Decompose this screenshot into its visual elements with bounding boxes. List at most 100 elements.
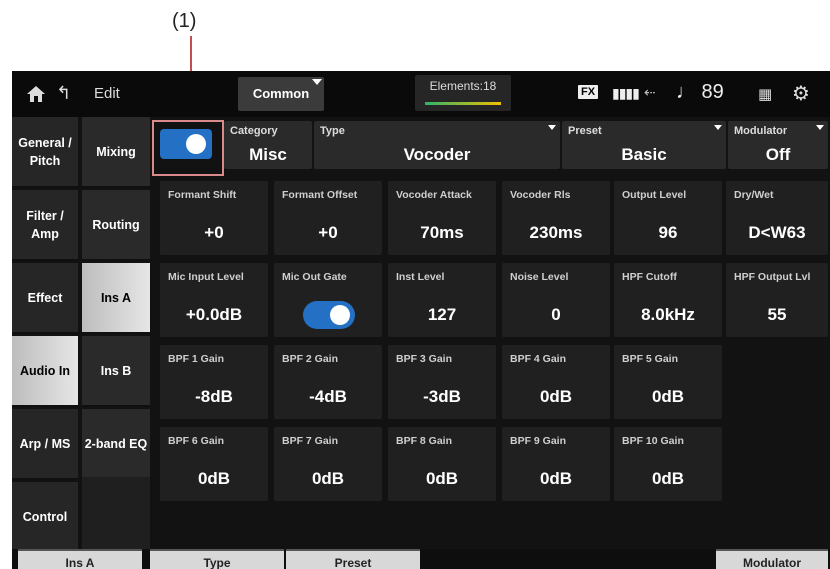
nav-filter-amp[interactable]: Filter / Amp [12, 190, 78, 261]
subnav-2band-eq[interactable]: 2-band EQ [82, 409, 150, 480]
type-dropdown-icon [548, 125, 556, 130]
modulator-value: Off [765, 145, 791, 164]
param-value: D<W63 [748, 223, 806, 242]
subnav-ins-b[interactable]: Ins B [82, 336, 150, 407]
subnav-routing[interactable]: Routing [82, 190, 150, 261]
tab-ins-a[interactable]: Ins A [18, 549, 142, 569]
param-value: 0dB [197, 469, 231, 488]
param-value: 0 [551, 305, 561, 324]
usb-icon: ⇠ [644, 84, 656, 100]
toggle-knob [330, 305, 350, 325]
param-inst-level[interactable]: Inst Level 127 [388, 263, 496, 337]
param-label: Vocoder Attack [396, 189, 472, 201]
type-value: Vocoder [403, 145, 471, 164]
param-bpf8-gain[interactable]: BPF 8 Gain 0dB [388, 427, 496, 501]
param-bpf1-gain[interactable]: BPF 1 Gain -8dB [160, 345, 268, 419]
category-value: Misc [249, 145, 287, 164]
param-bpf7-gain[interactable]: BPF 7 Gain 0dB [274, 427, 382, 501]
param-mic-out-gate[interactable]: Mic Out Gate [274, 263, 382, 337]
param-output-level[interactable]: Output Level 96 [614, 181, 722, 255]
mic-out-gate-toggle[interactable] [303, 301, 355, 329]
param-label: BPF 8 Gain [396, 435, 453, 447]
modulator-field[interactable]: Modulator Off [728, 121, 828, 169]
param-value: -3dB [423, 387, 461, 406]
elements-meter [425, 102, 501, 105]
param-value: 127 [427, 305, 457, 324]
type-label: Type [320, 125, 345, 137]
nav-effect[interactable]: Effect [12, 263, 78, 334]
home-icon[interactable] [26, 85, 46, 103]
fx-icon[interactable]: FX [578, 85, 599, 99]
param-value: 0dB [539, 469, 573, 488]
elements-label: Elements:18 [429, 79, 497, 93]
tab-modulator[interactable]: Modulator [716, 549, 828, 569]
tempo-display[interactable]: ♩ 89 [676, 81, 724, 104]
callout-label: (1) [172, 10, 197, 32]
param-mic-input-level[interactable]: Mic Input Level +0.0dB [160, 263, 268, 337]
param-formant-offset[interactable]: Formant Offset +0 [274, 181, 382, 255]
tab-type[interactable]: Type [150, 549, 284, 569]
modulator-dropdown-icon [816, 125, 824, 130]
param-hpf-output-lvl[interactable]: HPF Output Lvl 55 [726, 263, 828, 337]
param-value: +0.0dB [185, 305, 243, 324]
common-label: Common [252, 86, 310, 101]
param-hpf-cutoff[interactable]: HPF Cutoff 8.0kHz [614, 263, 722, 337]
tab-preset[interactable]: Preset [286, 549, 420, 569]
param-value: -4dB [309, 387, 347, 406]
param-value: 70ms [420, 223, 464, 242]
up-arrow-icon[interactable]: ↰ [56, 83, 71, 104]
preset-value: Basic [621, 145, 667, 164]
subnav-ins-a[interactable]: Ins A [82, 263, 150, 334]
param-value: 0dB [311, 469, 345, 488]
param-label: BPF 3 Gain [396, 353, 453, 365]
param-label: Vocoder Rls [510, 189, 571, 201]
common-dropdown[interactable]: Common [238, 77, 324, 111]
subnav-mixing[interactable]: Mixing [82, 117, 150, 188]
modulator-label: Modulator [734, 125, 788, 137]
keyboard-icon[interactable]: ▮▮▮▮ [612, 85, 640, 102]
nav-control[interactable]: Control [12, 482, 78, 553]
param-label: BPF 6 Gain [168, 435, 225, 447]
dropdown-triangle-icon [312, 79, 322, 85]
param-bpf10-gain[interactable]: BPF 10 Gain 0dB [614, 427, 722, 501]
preset-field[interactable]: Preset Basic [562, 121, 726, 169]
param-dry-wet[interactable]: Dry/Wet D<W63 [726, 181, 828, 255]
nav-audio-in[interactable]: Audio In [12, 336, 78, 407]
param-label: BPF 2 Gain [282, 353, 339, 365]
category-label: Category [230, 125, 278, 137]
param-value: 230ms [529, 223, 583, 242]
param-bpf2-gain[interactable]: BPF 2 Gain -4dB [274, 345, 382, 419]
gear-icon[interactable]: ⚙ [792, 81, 810, 106]
param-value: 0dB [425, 469, 459, 488]
param-noise-level[interactable]: Noise Level 0 [502, 263, 610, 337]
nav-general-pitch[interactable]: General / Pitch [12, 117, 78, 188]
param-label: Inst Level [396, 271, 445, 283]
param-label: Mic Out Gate [282, 271, 347, 283]
param-formant-shift[interactable]: Formant Shift +0 [160, 181, 268, 255]
subnav-empty-slot [82, 477, 150, 549]
param-value: 0dB [651, 387, 685, 406]
param-bpf6-gain[interactable]: BPF 6 Gain 0dB [160, 427, 268, 501]
elements-indicator[interactable]: Elements:18 [415, 75, 511, 111]
grid-menu-icon[interactable]: ▦ [758, 85, 772, 103]
param-bpf5-gain[interactable]: BPF 5 Gain 0dB [614, 345, 722, 419]
param-bpf4-gain[interactable]: BPF 4 Gain 0dB [502, 345, 610, 419]
param-vocoder-rls[interactable]: Vocoder Rls 230ms [502, 181, 610, 255]
synth-display: ↰ Edit Common Elements:18 FX ▮▮▮▮ ⇠ ♩ 89… [12, 71, 830, 569]
param-label: Output Level [622, 189, 687, 201]
param-label: BPF 1 Gain [168, 353, 225, 365]
param-bpf9-gain[interactable]: BPF 9 Gain 0dB [502, 427, 610, 501]
param-label: Formant Shift [168, 189, 237, 201]
nav-arp-ms[interactable]: Arp / MS [12, 409, 78, 480]
type-field[interactable]: Type Vocoder [314, 121, 560, 169]
param-bpf3-gain[interactable]: BPF 3 Gain -3dB [388, 345, 496, 419]
param-value: -8dB [195, 387, 233, 406]
param-vocoder-attack[interactable]: Vocoder Attack 70ms [388, 181, 496, 255]
preset-dropdown-icon [714, 125, 722, 130]
param-value: 55 [767, 305, 787, 324]
param-label: Noise Level [510, 271, 569, 283]
category-field[interactable]: Category Misc [224, 121, 312, 169]
param-value: 96 [658, 223, 678, 242]
param-value: 8.0kHz [641, 305, 695, 324]
param-label: HPF Output Lvl [734, 271, 811, 283]
